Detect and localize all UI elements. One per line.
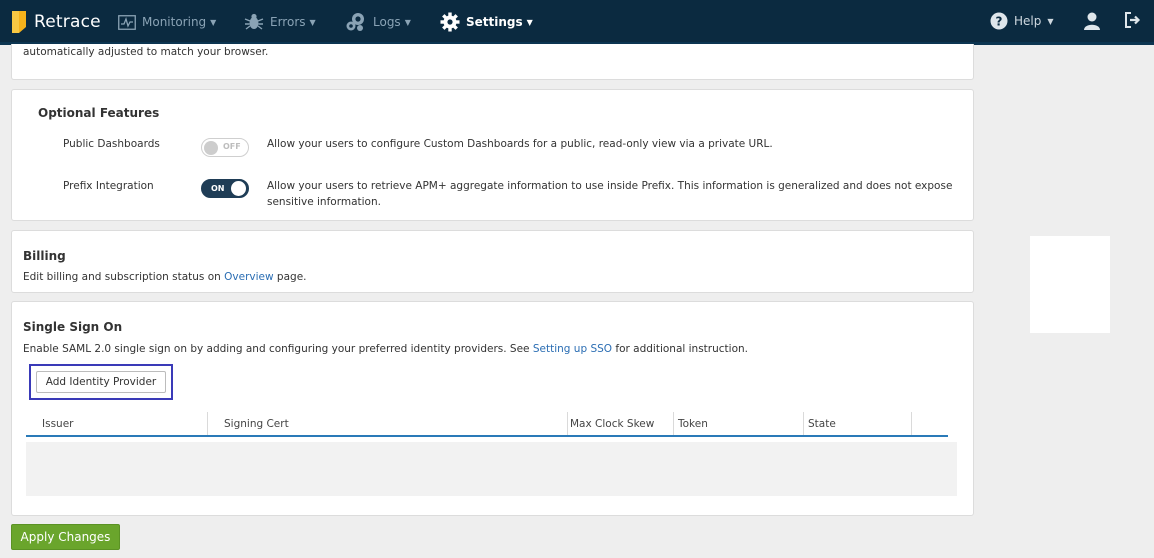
display-settings-panel: automatically adjusted to match your bro… bbox=[11, 44, 974, 80]
brand[interactable]: Retrace bbox=[10, 10, 101, 34]
sso-text-before: Enable SAML 2.0 single sign on by adding… bbox=[23, 343, 533, 355]
billing-text-before: Edit billing and subscription status on bbox=[23, 271, 225, 283]
public-dashboards-description: Allow your users to configure Custom Das… bbox=[267, 138, 773, 150]
sso-description: Enable SAML 2.0 single sign on by adding… bbox=[23, 343, 748, 355]
public-dashboards-toggle[interactable]: OFF bbox=[201, 138, 249, 157]
column-header-token[interactable]: Token bbox=[674, 412, 804, 435]
apply-changes-button[interactable]: Apply Changes bbox=[11, 524, 120, 550]
help-menu[interactable]: ? Help ▼ bbox=[990, 12, 1054, 30]
logs-icon bbox=[345, 12, 367, 32]
caret-down-icon: ▼ bbox=[1047, 16, 1054, 26]
caret-down-icon: ▼ bbox=[210, 17, 217, 27]
billing-text-after: page. bbox=[273, 271, 307, 283]
nav-settings-label: Settings bbox=[466, 15, 523, 29]
prefix-integration-label: Prefix Integration bbox=[63, 180, 154, 192]
side-placeholder-box bbox=[1030, 236, 1110, 333]
toggle-state-label: ON bbox=[211, 184, 225, 193]
column-header-state[interactable]: State bbox=[804, 412, 912, 435]
column-header-max-clock-skew[interactable]: Max Clock Skew bbox=[568, 412, 674, 435]
prefix-integration-description-line2: sensitive information. bbox=[267, 196, 381, 208]
add-identity-provider-button[interactable]: Add Identity Provider bbox=[36, 371, 166, 393]
sso-title: Single Sign On bbox=[23, 320, 123, 334]
monitoring-icon bbox=[118, 14, 136, 30]
add-identity-provider-highlight: Add Identity Provider bbox=[29, 364, 173, 400]
optional-features-title: Optional Features bbox=[38, 106, 160, 120]
nav-errors-label: Errors bbox=[270, 15, 306, 29]
toggle-knob bbox=[231, 181, 246, 196]
help-label: Help bbox=[1014, 14, 1042, 28]
billing-text: Edit billing and subscription status on … bbox=[23, 271, 307, 283]
toggle-state-label: OFF bbox=[223, 142, 241, 151]
nav-monitoring[interactable]: Monitoring ▼ bbox=[118, 10, 216, 34]
nav-settings[interactable]: Settings ▼ bbox=[440, 10, 533, 34]
gear-icon bbox=[440, 12, 460, 32]
caret-down-icon: ▼ bbox=[526, 17, 533, 27]
toggle-knob bbox=[204, 141, 218, 155]
identity-providers-table-body bbox=[26, 442, 957, 496]
prefix-integration-description-line1: Allow your users to retrieve APM+ aggreg… bbox=[267, 180, 953, 192]
svg-text:?: ? bbox=[996, 15, 1003, 29]
logout-icon[interactable] bbox=[1125, 12, 1141, 28]
column-header-signing-cert[interactable]: Signing Cert bbox=[208, 412, 568, 435]
setting-up-sso-link[interactable]: Setting up SSO bbox=[533, 343, 612, 355]
identity-providers-table-header: Issuer Signing Cert Max Clock Skew Token… bbox=[26, 412, 948, 437]
nav-logs[interactable]: Logs ▼ bbox=[345, 10, 411, 34]
nav-monitoring-label: Monitoring bbox=[142, 15, 207, 29]
overview-link[interactable]: Overview bbox=[224, 271, 273, 283]
sso-text-after: for additional instruction. bbox=[612, 343, 748, 355]
public-dashboards-label: Public Dashboards bbox=[63, 138, 160, 150]
bug-icon bbox=[244, 13, 264, 31]
top-navigation-bar: Retrace Monitoring ▼ Errors ▼ Logs ▼ Set… bbox=[0, 0, 1154, 45]
display-settings-note: automatically adjusted to match your bro… bbox=[23, 46, 269, 58]
billing-title: Billing bbox=[23, 249, 66, 263]
prefix-integration-toggle[interactable]: ON bbox=[201, 179, 249, 198]
caret-down-icon: ▼ bbox=[404, 17, 411, 27]
brand-name: Retrace bbox=[34, 12, 101, 32]
billing-panel: Billing Edit billing and subscription st… bbox=[11, 230, 974, 293]
nav-logs-label: Logs bbox=[373, 15, 401, 29]
nav-errors[interactable]: Errors ▼ bbox=[244, 10, 316, 34]
user-icon[interactable] bbox=[1084, 12, 1100, 30]
retrace-logo-icon bbox=[10, 11, 28, 33]
help-icon: ? bbox=[990, 12, 1008, 30]
column-header-issuer[interactable]: Issuer bbox=[26, 412, 208, 435]
caret-down-icon: ▼ bbox=[309, 17, 316, 27]
optional-features-panel: Optional Features Public Dashboards OFF … bbox=[11, 89, 974, 221]
